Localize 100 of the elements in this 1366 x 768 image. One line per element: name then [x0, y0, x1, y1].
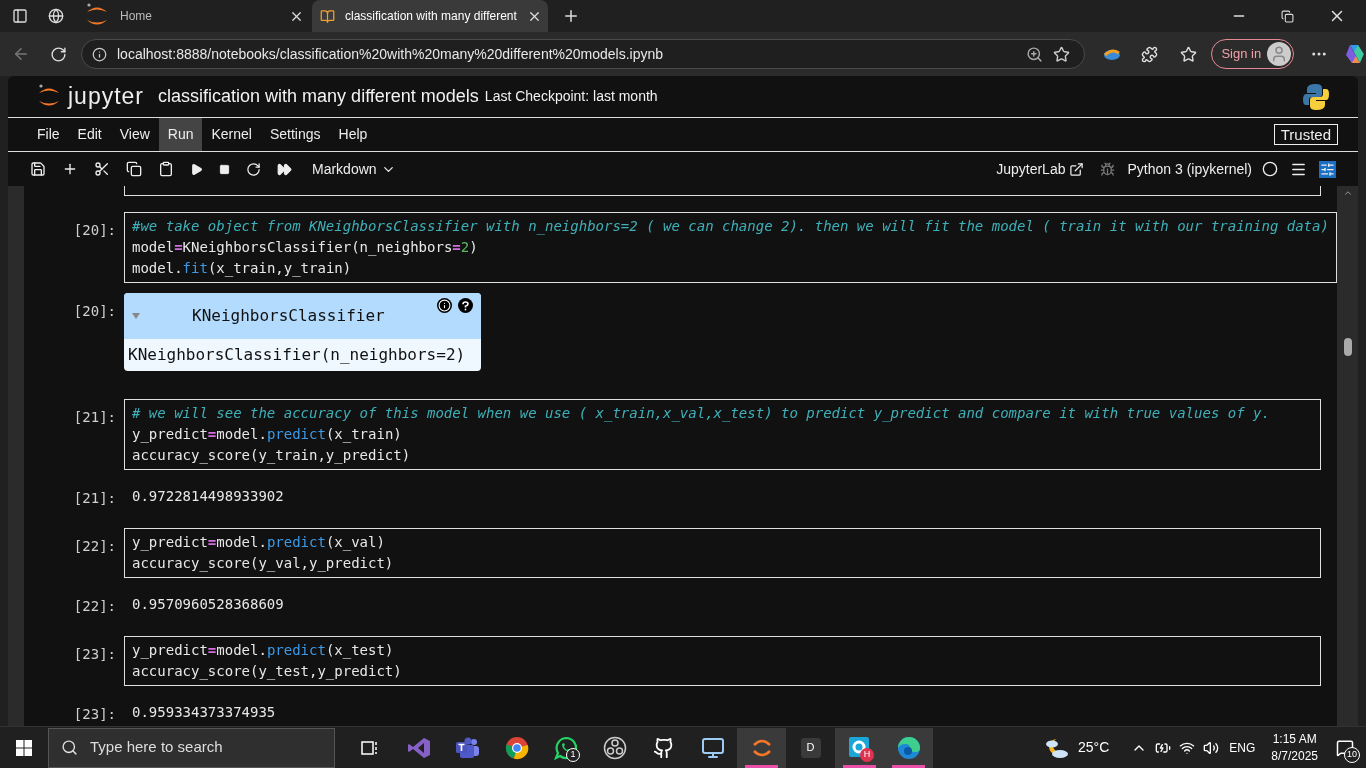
language-indicator[interactable]: ENG [1229, 738, 1256, 757]
url-text: localhost:8888/notebooks/classification%20with%20many%20different%20models.ipynb [117, 44, 665, 64]
new-tab-icon[interactable] [562, 7, 580, 25]
menu-item[interactable]: Run [158, 118, 203, 151]
scroll-up-icon[interactable] [1342, 188, 1353, 198]
code-cell[interactable] [124, 186, 1321, 196]
tab-title: classification with many different [345, 8, 517, 25]
execution-prompt: [20]: [73, 303, 116, 319]
run-all-icon[interactable] [277, 161, 292, 177]
info-icon[interactable] [436, 298, 452, 313]
taskbar-app-button[interactable] [737, 727, 786, 768]
stop-icon[interactable] [219, 163, 230, 175]
code-line: y_predict=model.predict(x_test) [132, 641, 395, 661]
notification-count: 10 [1344, 746, 1360, 763]
save-icon[interactable] [30, 161, 46, 177]
zoom-icon[interactable] [1026, 45, 1044, 63]
code-line: y_predict=model.predict(x_val) [132, 533, 386, 553]
github-icon [652, 736, 675, 759]
output-text: 0.9722814498933902 [131, 487, 284, 506]
windows-start-icon[interactable] [16, 739, 32, 756]
sidebar-icon[interactable] [12, 8, 28, 24]
globe-icon[interactable] [48, 8, 64, 24]
clock[interactable]: 1:15 AM 8/7/2025 [1271, 730, 1318, 765]
taskbar-search-field[interactable]: Type here to search [48, 727, 335, 768]
chrome-icon [504, 735, 529, 760]
info-icon[interactable] [92, 46, 107, 62]
book-icon [320, 8, 335, 24]
settings-icon[interactable] [1319, 160, 1336, 178]
volume-icon[interactable] [1203, 739, 1220, 756]
code-cell[interactable] [124, 212, 1337, 283]
restore-icon[interactable] [1281, 9, 1294, 23]
menu-item[interactable]: Edit [68, 118, 111, 151]
paste-icon[interactable] [158, 161, 174, 177]
add-icon[interactable] [62, 161, 78, 177]
teams-icon [454, 735, 481, 760]
scrollbar-thumb[interactable] [1343, 338, 1352, 356]
execution-prompt: [23]: [73, 646, 116, 662]
bug-icon[interactable] [1100, 161, 1116, 177]
menu-item[interactable]: View [110, 118, 159, 151]
running-indicator [745, 764, 778, 768]
copy-icon[interactable] [126, 161, 142, 177]
output-text: 0.959334373374935 [131, 703, 276, 722]
code-line: #we take object from KNeighborsClassifier with n_neighbors=2 ( we can change 2). then we will fit the model ( train it with our training data) [132, 217, 1329, 237]
code-cell[interactable] [124, 399, 1321, 470]
reload-icon[interactable] [50, 45, 67, 63]
weather-icon[interactable] [1044, 736, 1070, 759]
external-link-icon [1069, 161, 1085, 177]
monitor-icon [700, 735, 725, 760]
favorite-icon[interactable] [1053, 45, 1071, 63]
extension-icon[interactable] [1103, 46, 1122, 62]
avatar-icon [1267, 42, 1292, 66]
code-line: y_predict=model.predict(x_train) [132, 425, 403, 445]
trusted-badge[interactable]: Trusted [1273, 124, 1338, 145]
code-line: model=KNeighborsClassifier(n_neighbors=2) [132, 238, 479, 258]
tab-title: Home [120, 8, 153, 25]
menu-item[interactable]: File [28, 118, 69, 151]
running-indicator [892, 764, 925, 768]
code-line: # we will see the accuracy of this model when we use ( x_train,x_val,x_test) to predict y_predict and compare it with true values of y. [132, 404, 1271, 424]
cut-icon[interactable] [94, 161, 110, 177]
python-logo-icon [1302, 82, 1330, 111]
taskbar-app-button[interactable]: H [835, 727, 884, 768]
code-cell[interactable]: y_predict=model.predict(x_test) accuracy_score(y_test,y_predict) [124, 636, 1321, 686]
search-icon [61, 739, 78, 756]
menu-item[interactable]: Help [329, 118, 377, 151]
restart-icon[interactable] [246, 161, 261, 177]
app-tile-icon [847, 735, 872, 760]
code-line: model.fit(x_train,y_train) [132, 259, 353, 279]
obs-icon [602, 735, 627, 760]
back-icon[interactable] [12, 45, 30, 63]
notebook-title[interactable]: classification with many different models [158, 83, 479, 110]
execution-prompt: [21]: [73, 490, 116, 506]
code-line: accuracy_score(y_test,y_predict) [132, 662, 403, 682]
checkpoint-status: Last Checkpoint: last month [484, 87, 658, 106]
edge-icon [896, 735, 921, 760]
temperature-text[interactable]: 25°C [1078, 737, 1110, 758]
favorites-icon[interactable] [1180, 45, 1198, 63]
address-field[interactable]: localhost:8888/notebooks/classification%20with%20many%20different%20models.ipynb [81, 39, 1086, 69]
browser-tab[interactable]: classification with many different [312, 0, 548, 32]
run-icon[interactable] [190, 162, 203, 176]
menu-item[interactable]: Kernel [202, 118, 261, 151]
kernel-name[interactable]: Python 3 (ipykernel) [1127, 158, 1252, 180]
output-text: 0.9570960528368609 [131, 595, 284, 614]
jupyter-wordmark[interactable]: jupyter [68, 79, 145, 114]
kernel-status-icon [1262, 161, 1278, 177]
execution-prompt: [23]: [73, 706, 116, 722]
puzzle-icon[interactable] [1141, 45, 1159, 63]
visual-studio-icon [406, 735, 431, 760]
menu-item[interactable]: Settings [260, 118, 330, 151]
whatsapp-icon [553, 735, 578, 760]
execution-prompt: [22]: [73, 598, 116, 614]
task-view-icon [359, 738, 380, 757]
running-indicator [843, 764, 876, 768]
help-icon[interactable] [457, 298, 473, 313]
code-line: accuracy_score(y_train,y_predict) [132, 446, 412, 466]
cell-type-dropdown[interactable]: Markdown [312, 158, 396, 180]
code-cell[interactable]: y_predict=model.predict(x_val) accuracy_score(y_val,y_predict) [124, 528, 1321, 578]
notification-badge: 1 [566, 747, 580, 762]
taskbar-app-button[interactable] [884, 727, 933, 768]
copilot-icon[interactable] [1344, 43, 1366, 65]
jupyterlab-link[interactable]: JupyterLab [996, 158, 1085, 180]
